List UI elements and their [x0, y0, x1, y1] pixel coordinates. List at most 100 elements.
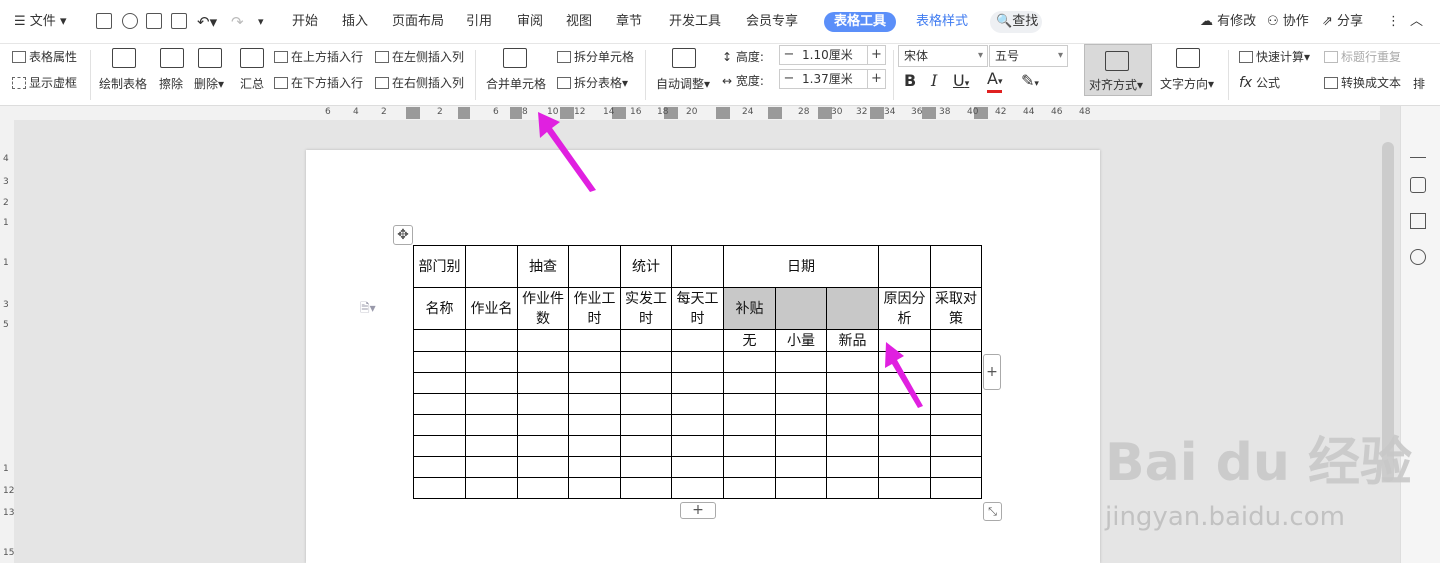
save-icon[interactable]	[96, 13, 112, 29]
tab-view[interactable]: 视图	[566, 12, 592, 32]
table-cell[interactable]	[826, 372, 879, 394]
settings-sliders-icon[interactable]	[1410, 213, 1426, 229]
edit-icon[interactable]	[1410, 142, 1426, 158]
table-cell[interactable]	[517, 351, 569, 373]
customize-icon[interactable]: ▾	[258, 12, 264, 32]
print-icon[interactable]	[146, 13, 162, 29]
table-cell[interactable]	[775, 393, 827, 415]
table-cell[interactable]	[620, 351, 672, 373]
tab-insert[interactable]: 插入	[342, 12, 368, 32]
table-cell[interactable]	[723, 456, 776, 478]
table-cell[interactable]	[826, 393, 879, 415]
table-cell[interactable]	[465, 329, 518, 352]
table-cell[interactable]	[465, 372, 518, 394]
table-cell[interactable]	[826, 435, 879, 457]
merge-cells-button[interactable]: 合并单元格	[486, 75, 546, 92]
table-cell[interactable]: 小量	[775, 329, 827, 352]
table-cell[interactable]	[413, 329, 466, 352]
table-cell[interactable]	[671, 456, 724, 478]
formula-button[interactable]: fx 公式	[1239, 74, 1280, 91]
align-button[interactable]: 对齐方式▾	[1084, 44, 1152, 96]
table-cell[interactable]	[723, 477, 776, 499]
table-cell[interactable]	[775, 435, 827, 457]
table-cell[interactable]: 日期	[723, 245, 879, 288]
table-cell[interactable]: 名称	[413, 287, 466, 330]
table-props-button[interactable]: 表格属性	[12, 48, 77, 65]
table-cell[interactable]: 作业工时	[568, 287, 621, 330]
table-cell[interactable]	[620, 372, 672, 394]
width-increase-button[interactable]: +	[867, 70, 885, 88]
table-cell[interactable]	[723, 435, 776, 457]
height-increase-button[interactable]: +	[867, 46, 885, 64]
modified-button[interactable]: ☁ 有修改	[1200, 12, 1256, 32]
tab-table-tools[interactable]: 表格工具	[824, 12, 897, 32]
bold-button[interactable]: B	[904, 71, 916, 90]
delete-button[interactable]: 删除▾	[194, 75, 224, 92]
vertical-ruler[interactable]: 4 3 2 1 1 3 5 1 12 13 15	[0, 120, 14, 563]
search-box[interactable]: 🔍查找	[990, 11, 1042, 33]
table-cell[interactable]: 抽查	[517, 245, 569, 288]
height-decrease-button[interactable]: −	[780, 46, 798, 64]
table-cell[interactable]	[517, 456, 569, 478]
table-cell[interactable]	[620, 329, 672, 352]
table-cell[interactable]	[620, 414, 672, 436]
tab-home[interactable]: 开始	[292, 12, 318, 32]
table-cell[interactable]	[568, 372, 621, 394]
table-cell[interactable]	[568, 414, 621, 436]
table-cell[interactable]	[517, 329, 569, 352]
table-cell[interactable]: 作业名	[465, 287, 518, 330]
table-cell[interactable]: 新品	[826, 329, 879, 352]
table-cell[interactable]: 统计	[620, 245, 672, 288]
table-cell[interactable]	[517, 393, 569, 415]
table-cell[interactable]	[826, 414, 879, 436]
table-cell[interactable]	[671, 372, 724, 394]
table-cell[interactable]	[413, 456, 466, 478]
split-cells-button[interactable]: 拆分单元格	[557, 48, 634, 65]
share-button[interactable]: ⇗ 分享	[1322, 12, 1363, 32]
table-cell[interactable]	[930, 372, 982, 394]
table-cell[interactable]	[878, 477, 931, 499]
table-cell[interactable]	[878, 456, 931, 478]
table-cell[interactable]	[568, 393, 621, 415]
table-cell[interactable]	[671, 414, 724, 436]
table-cell[interactable]: 每天工时	[671, 287, 724, 330]
tab-references[interactable]: 引用	[466, 12, 492, 32]
undo-icon[interactable]: ↶▾	[197, 12, 217, 32]
format-painter-icon[interactable]	[122, 13, 138, 29]
table-cell[interactable]	[930, 414, 982, 436]
table-cell[interactable]: 部门别	[413, 245, 466, 288]
add-row-button[interactable]: +	[680, 502, 716, 519]
table-cell[interactable]	[671, 435, 724, 457]
table-cell[interactable]	[413, 435, 466, 457]
table-cell[interactable]	[775, 351, 827, 373]
file-menu[interactable]: ☰ 文件 ▾	[14, 12, 66, 32]
table-cell[interactable]	[671, 393, 724, 415]
table-cell[interactable]	[517, 435, 569, 457]
table-cell[interactable]	[930, 393, 982, 415]
table-cell[interactable]	[465, 477, 518, 499]
width-stepper[interactable]: − 1.37厘米 +	[779, 69, 886, 89]
insert-below-button[interactable]: 在下方插入行	[274, 74, 363, 91]
table-cell[interactable]	[517, 372, 569, 394]
table-cell[interactable]: 采取对策	[930, 287, 982, 330]
split-table-button[interactable]: 拆分表格▾	[557, 74, 628, 91]
table-cell[interactable]	[878, 414, 931, 436]
table-cell[interactable]	[465, 414, 518, 436]
font-size-select[interactable]: 五号	[989, 45, 1068, 67]
font-color-button[interactable]: A▾	[987, 71, 1003, 93]
table-cell[interactable]	[568, 329, 621, 352]
table-cell[interactable]	[465, 435, 518, 457]
table-cell[interactable]	[517, 414, 569, 436]
summary-button[interactable]: 汇总	[240, 75, 264, 92]
table-cell[interactable]	[568, 351, 621, 373]
collapse-ribbon-icon[interactable]: ︿	[1410, 12, 1423, 32]
tab-developer[interactable]: 开发工具	[669, 12, 721, 32]
underline-button[interactable]: U▾	[953, 71, 969, 90]
table-cell[interactable]	[465, 393, 518, 415]
table-cell[interactable]	[671, 245, 724, 288]
table-cell[interactable]	[671, 477, 724, 499]
auto-adjust-button[interactable]: 自动调整▾	[656, 75, 710, 92]
table-cell[interactable]	[775, 414, 827, 436]
more-icon[interactable]: ⋮	[1387, 12, 1400, 32]
document-icon[interactable]: 🗎▾	[360, 299, 376, 320]
